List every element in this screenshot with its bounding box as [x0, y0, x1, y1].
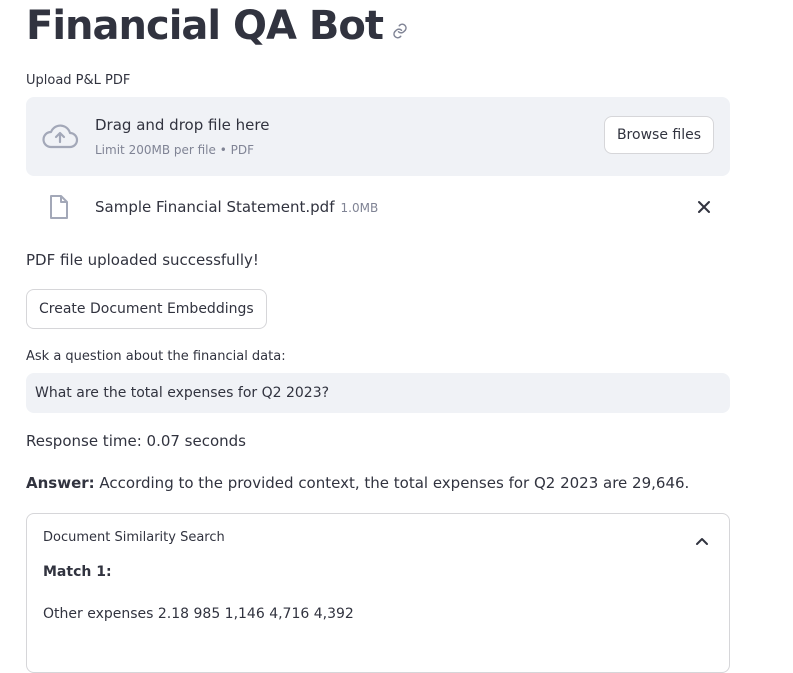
question-input[interactable]: What are the total expenses for Q2 2023?: [26, 373, 730, 413]
match-label: Match 1:: [43, 564, 112, 580]
file-name-text: Sample Financial Statement.pdf: [95, 198, 335, 216]
file-dropzone[interactable]: Drag and drop file here Limit 200MB per …: [26, 97, 730, 176]
question-label: Ask a question about the financial data:: [26, 349, 286, 364]
expander-title: Document Similarity Search: [43, 530, 225, 545]
dropzone-limit: Limit 200MB per file • PDF: [95, 143, 254, 157]
close-icon[interactable]: [696, 199, 712, 215]
cloud-upload-icon: [41, 121, 79, 151]
answer-label: Answer:: [26, 474, 95, 492]
browse-files-button[interactable]: Browse files: [603, 116, 714, 154]
file-size: 1.0MB: [340, 201, 379, 215]
link-icon[interactable]: [391, 22, 409, 40]
upload-success-message: PDF file uploaded successfully!: [26, 251, 259, 269]
page-title: Financial QA Bot: [26, 3, 384, 49]
uploader-label: Upload P&L PDF: [26, 73, 131, 88]
uploaded-file-row: Sample Financial Statement.pdf 1.0MB: [26, 189, 730, 225]
page-header: Financial QA Bot: [26, 2, 409, 50]
similarity-expander[interactable]: Document Similarity Search Match 1: Othe…: [26, 513, 730, 673]
answer-body: According to the provided context, the t…: [94, 474, 690, 492]
file-icon: [48, 194, 70, 220]
create-embeddings-button[interactable]: Create Document Embeddings: [26, 289, 267, 329]
chevron-up-icon[interactable]: [695, 531, 709, 545]
question-input-value: What are the total expenses for Q2 2023?: [35, 385, 330, 401]
file-name: Sample Financial Statement.pdf 1.0MB: [95, 198, 378, 216]
match-text: Other expenses 2.18 985 1,146 4,716 4,39…: [43, 606, 354, 622]
answer-text: Answer: According to the provided contex…: [26, 474, 689, 492]
response-time: Response time: 0.07 seconds: [26, 432, 246, 450]
dropzone-instructions: Drag and drop file here: [95, 116, 270, 134]
